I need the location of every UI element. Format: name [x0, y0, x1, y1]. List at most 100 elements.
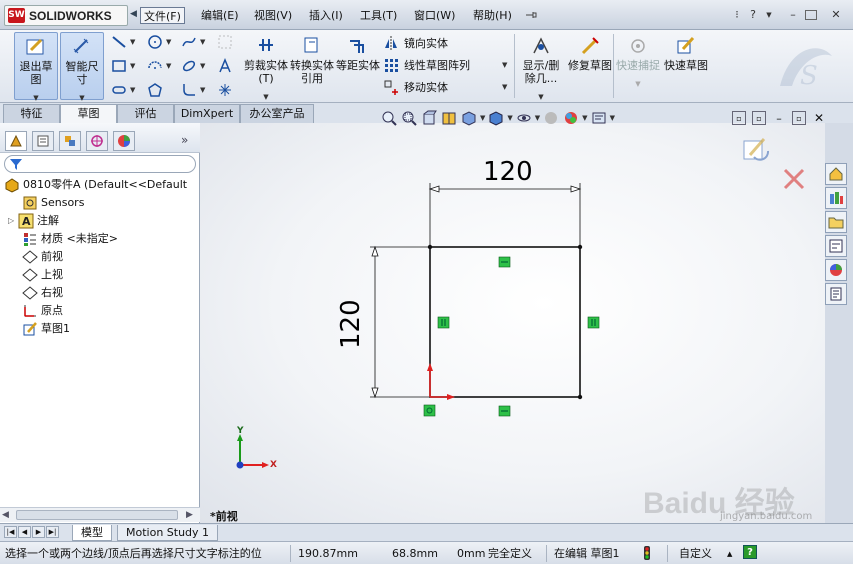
tree-item-origin[interactable]: 原点	[22, 302, 63, 320]
pattern-dropdown-icon[interactable]: ▼	[502, 61, 507, 69]
menu-tools[interactable]: 工具(T)	[357, 7, 400, 24]
display-manager-tab-icon[interactable]	[113, 131, 135, 151]
point-tool-icon[interactable]	[216, 81, 234, 99]
section-view-icon[interactable]	[440, 109, 458, 127]
scene-dropdown-icon[interactable]: ▼	[582, 114, 587, 122]
slot-dropdown-icon[interactable]: ▼	[130, 86, 135, 94]
fillet-dropdown-icon[interactable]: ▼	[200, 86, 205, 94]
offset-entities-button[interactable]: 等距实体	[336, 32, 380, 100]
rebuild-status-icon[interactable]	[641, 545, 653, 561]
arc-tool-icon[interactable]	[146, 57, 164, 75]
tree-item-sketch1[interactable]: 草图1	[22, 320, 70, 338]
display-delete-relations-button[interactable]: 显示/删除几... ▼	[518, 32, 564, 101]
overflow-dots-icon[interactable]: ⁝	[729, 7, 745, 23]
menu-file[interactable]: 文件(F)	[140, 7, 185, 24]
sketch-square[interactable]	[429, 246, 581, 398]
polygon-tool-icon[interactable]	[146, 81, 164, 99]
tab-model[interactable]: 模型	[72, 525, 112, 541]
feature-filter-input[interactable]	[4, 155, 196, 173]
line-tool-icon[interactable]	[110, 33, 128, 51]
tab-motion-study[interactable]: Motion Study 1	[117, 525, 219, 541]
tile-window-icon[interactable]: ▫	[732, 111, 746, 125]
exit-sketch-button[interactable]: 退出草图 ▼	[14, 32, 58, 102]
cancel-sketch-icon[interactable]	[782, 167, 806, 191]
prev-tab-icon[interactable]: ◀	[18, 526, 31, 538]
ellipse-dropdown-icon[interactable]: ▼	[200, 62, 205, 70]
configuration-manager-tab-icon[interactable]	[59, 131, 81, 151]
minimize-button[interactable]: –	[785, 7, 801, 23]
rectangle-tool-icon[interactable]	[110, 57, 128, 75]
tree-item-sensors[interactable]: Sensors	[22, 194, 84, 212]
menu-insert[interactable]: 插入(I)	[306, 7, 346, 24]
hide-show-items-icon[interactable]	[515, 109, 533, 127]
move-dropdown-icon[interactable]: ▼	[502, 83, 507, 91]
first-tab-icon[interactable]: |◀	[4, 526, 17, 538]
menu-help[interactable]: 帮助(H)	[470, 7, 515, 24]
help-button[interactable]: ?	[745, 7, 761, 23]
tab-features[interactable]: 特征	[3, 104, 60, 123]
design-library-icon[interactable]	[825, 187, 847, 209]
display-style-dropdown-icon[interactable]: ▼	[507, 114, 512, 122]
mirror-entities-button[interactable]: 镜向实体	[382, 34, 448, 52]
sketch-vertex[interactable]	[577, 244, 583, 250]
tab-office-products[interactable]: 办公室产品	[240, 104, 314, 123]
tab-evaluate[interactable]: 评估	[117, 104, 174, 123]
linear-pattern-button[interactable]: 线性草图阵列	[382, 56, 470, 74]
tree-item-annotations[interactable]: ▷ A 注解	[8, 212, 59, 230]
line-dropdown-icon[interactable]: ▼	[130, 38, 135, 46]
vertical-dimension-value[interactable]: 120	[336, 299, 366, 349]
file-explorer-icon[interactable]	[825, 211, 847, 233]
next-tab-icon[interactable]: ▶	[32, 526, 45, 538]
view-settings-dropdown-icon[interactable]: ▼	[610, 114, 615, 122]
zoom-to-fit-icon[interactable]	[380, 109, 398, 127]
tree-item-top-plane[interactable]: 上视	[22, 266, 63, 284]
horizontal-relation-icon[interactable]	[498, 256, 511, 268]
dimxpert-manager-tab-icon[interactable]	[86, 131, 108, 151]
doc-close-icon[interactable]: ✕	[812, 111, 826, 125]
tree-item-material[interactable]: 材质 <未指定>	[22, 230, 118, 248]
spline-tool-icon[interactable]	[180, 33, 198, 51]
edit-appearance-icon[interactable]	[542, 109, 560, 127]
fillet-tool-icon[interactable]	[180, 81, 198, 99]
repair-sketch-button[interactable]: 修复草图	[568, 32, 612, 100]
zoom-to-area-icon[interactable]	[400, 109, 418, 127]
expand-arrow-icon[interactable]: ▷	[8, 212, 18, 230]
help-dropdown-icon[interactable]: ▼	[761, 7, 777, 23]
text-tool-icon[interactable]	[216, 57, 234, 75]
units-dropdown-icon[interactable]: ▲	[727, 550, 732, 558]
sketch-vertex[interactable]	[577, 394, 583, 400]
scrollbar-thumb[interactable]	[16, 510, 178, 520]
pin-icon[interactable]	[524, 8, 538, 22]
ellipse-tool-icon[interactable]	[180, 57, 198, 75]
tile-window-icon[interactable]: ▫	[752, 111, 766, 125]
doc-restore-icon[interactable]: ▫	[792, 111, 806, 125]
solidworks-resources-icon[interactable]	[825, 163, 847, 185]
doc-minimize-icon[interactable]: –	[772, 111, 786, 125]
view-orientation-dropdown-icon[interactable]: ▼	[480, 114, 485, 122]
vertical-relation-icon[interactable]	[437, 316, 450, 329]
move-entities-button[interactable]: 移动实体	[382, 78, 448, 96]
apply-scene-icon[interactable]	[562, 109, 580, 127]
last-tab-icon[interactable]: ▶|	[46, 526, 59, 538]
hide-show-dropdown-icon[interactable]: ▼	[535, 114, 540, 122]
close-button[interactable]: ✕	[828, 7, 844, 23]
trim-entities-button[interactable]: 剪裁实体(T) ▼	[244, 32, 288, 101]
circle-tool-icon[interactable]	[146, 33, 164, 51]
horizontal-relation-icon[interactable]	[498, 405, 511, 417]
custom-properties-icon[interactable]	[825, 283, 847, 305]
help-status-icon[interactable]: ?	[743, 545, 757, 559]
convert-entities-button[interactable]: 转换实体引用	[290, 32, 334, 100]
tree-item-right-plane[interactable]: 右视	[22, 284, 63, 302]
solidworks-logo[interactable]: SW SOLIDWORKS	[4, 5, 128, 26]
vertical-relation-icon[interactable]	[587, 316, 600, 329]
tree-root-part[interactable]: 0810零件A (Default<<Default	[4, 176, 187, 194]
tab-sketch[interactable]: 草图	[60, 104, 117, 124]
appearances-icon[interactable]	[825, 259, 847, 281]
flyout-arrow-icon[interactable]: ◀	[130, 9, 137, 19]
units-system[interactable]: 自定义	[679, 546, 712, 561]
tree-horizontal-scrollbar[interactable]: ◀ ▶	[0, 507, 200, 522]
previous-view-icon[interactable]	[420, 109, 438, 127]
view-orientation-icon[interactable]	[460, 109, 478, 127]
menu-window[interactable]: 窗口(W)	[411, 7, 458, 24]
rectangle-dropdown-icon[interactable]: ▼	[130, 62, 135, 70]
